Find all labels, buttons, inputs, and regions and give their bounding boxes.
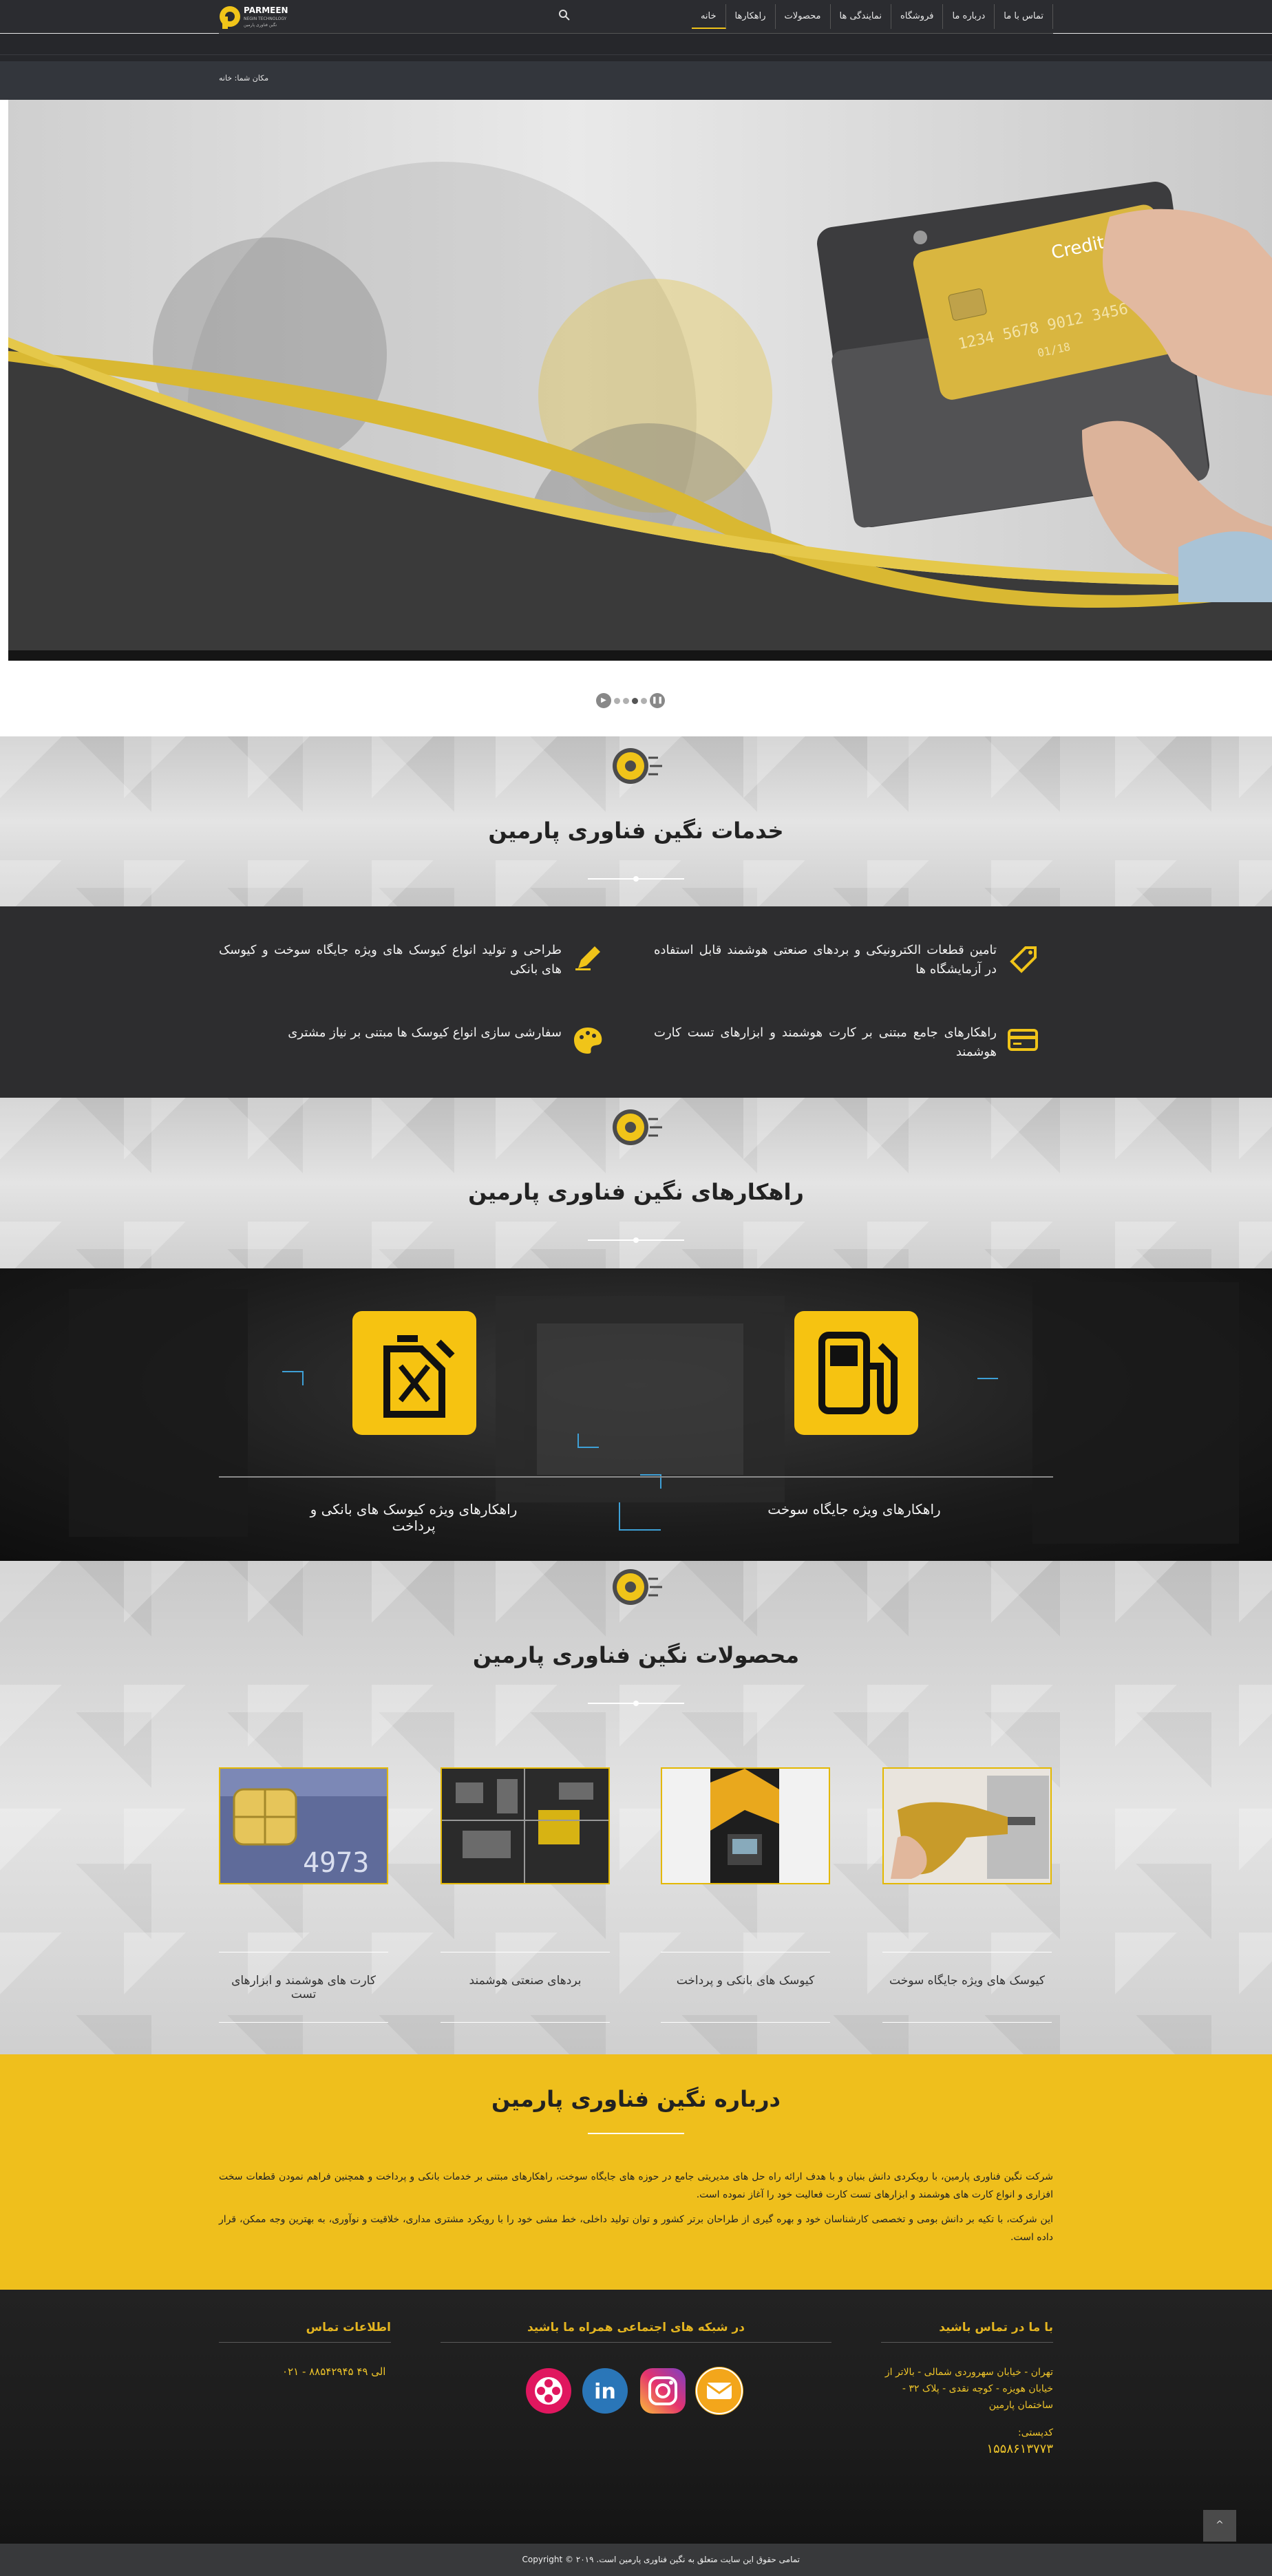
header-spacer: [0, 34, 1272, 61]
divider: [882, 2022, 1052, 2023]
about-title: درباره نگین فناوری پارمین: [491, 2086, 781, 2112]
title-divider: [588, 876, 684, 882]
solution-label[interactable]: راهکارهای ویژه جایگاه سوخت: [741, 1501, 968, 1518]
social-heading: در شبکه های اجتماعی همراه ما باشید: [527, 2321, 745, 2334]
slider-dot[interactable]: [623, 697, 629, 704]
address: تهران - خیابان سهروردی شمالی - بالاتر از…: [884, 2367, 1053, 2411]
service-item: طراحی و تولید انواع کیوسک های ویژه جایگا…: [219, 941, 604, 989]
slider-pause-icon[interactable]: ❚❚: [650, 693, 665, 708]
product-image[interactable]: [882, 1767, 1052, 1884]
divider: [881, 2342, 1053, 2343]
slide-image: Credit Ca 1234 5678 9012 3456 01/18: [8, 100, 1272, 661]
products-section: محصولات نگین فناوری پارمین 4973 کیوسک ها…: [0, 1561, 1272, 2054]
site-logo[interactable]: PARMEEN NEGIN TECHNOLOGY نگین فناوری پار…: [219, 3, 322, 30]
copyright-text: تمامی حقوق این سایت متعلق به نگین فناوری…: [522, 2555, 800, 2564]
service-item: راهکارهای جامع مبتنی بر کارت هوشمند و اب…: [654, 1023, 1039, 1072]
postal-code: ۱۵۵۸۶۱۳۷۷۳: [986, 2442, 1053, 2456]
pencil-icon: [571, 941, 604, 974]
services-header: خدمات نگین فناوری پارمین: [0, 736, 1272, 906]
solutions-title: راهکارهای نگین فناوری پارمین: [468, 1179, 804, 1205]
slider-dot[interactable]: [632, 697, 638, 704]
nav-about[interactable]: درباره ما: [943, 4, 995, 29]
product-label[interactable]: بردهای صنعتی هوشمند: [441, 1974, 610, 1988]
products-title: محصولات نگین فناوری پارمین: [472, 1642, 800, 1668]
divider: [441, 2022, 610, 2023]
service-item: سفارشی سازی انواع کیوسک ها مبتنی بر نیاز…: [219, 1023, 604, 1072]
services-title: خدمات نگین فناوری پارمین: [488, 818, 784, 844]
site-header: PARMEEN NEGIN TECHNOLOGY نگین فناوری پار…: [0, 0, 1272, 33]
nav-products[interactable]: محصولات: [776, 4, 831, 29]
svg-text:NEGIN TECHNOLOGY: NEGIN TECHNOLOGY: [244, 17, 287, 21]
tag-icon: [1006, 941, 1039, 974]
scroll-to-top-button[interactable]: ^: [1203, 2510, 1236, 2542]
nav-home[interactable]: خانه: [691, 4, 726, 29]
divider: [219, 2342, 391, 2343]
postal-label: کدپستی:: [1017, 2427, 1053, 2438]
breadcrumb-bar: مکان شما: خانه: [0, 61, 1272, 100]
svg-text:4973: 4973: [303, 1847, 369, 1879]
slider-play-icon[interactable]: ▶: [596, 693, 611, 708]
instagram-icon[interactable]: [639, 2367, 687, 2415]
palette-icon: [571, 1023, 604, 1056]
solutions-header: راهکارهای نگین فناوری پارمین: [0, 1098, 1272, 1268]
nav-solutions[interactable]: راهکارها: [726, 4, 776, 29]
about-paragraph: شرکت نگین فناوری پارمین، با رویکردی دانش…: [219, 2171, 1053, 2200]
title-divider: [588, 1237, 684, 1243]
copyright-bar: تمامی حقوق این سایت متعلق به نگین فناوری…: [0, 2544, 1272, 2576]
slider-dot[interactable]: [641, 697, 647, 704]
email-icon[interactable]: [695, 2367, 743, 2415]
parmeen-emblem-icon: [607, 744, 665, 788]
product-label[interactable]: کیوسک های بانکی و پرداخت: [661, 1974, 830, 1988]
nav-shop[interactable]: فروشگاه: [891, 4, 944, 29]
product-label[interactable]: کارت های هوشمند و ابزارهای تست: [219, 1974, 388, 2001]
product-label[interactable]: کیوسک های ویژه جایگاه سوخت: [882, 1974, 1052, 1988]
svg-text:in: in: [594, 2380, 616, 2404]
parmeen-emblem-icon: [607, 1565, 665, 1609]
slider-dot[interactable]: [614, 697, 620, 704]
site-footer: با ما در تماس باشید تهران - خیابان سهرور…: [0, 2290, 1272, 2544]
solutions-divider: [219, 1476, 1053, 1478]
services-section: تامین قطعات الکترونیکی و بردهای صنعتی هو…: [0, 906, 1272, 1098]
nav-contact[interactable]: تماس با ما: [995, 4, 1053, 29]
svg-text:PARMEEN: PARMEEN: [244, 6, 288, 15]
product-image[interactable]: [441, 1767, 610, 1884]
aparat-icon[interactable]: [524, 2367, 573, 2415]
divider: [441, 2342, 831, 2343]
title-divider: [588, 2133, 684, 2134]
info-heading: اطلاعات تماس: [306, 2321, 391, 2334]
linkedin-icon[interactable]: in: [581, 2367, 629, 2415]
contact-heading: با ما در تماس باشید: [939, 2321, 1053, 2334]
svg-text:نگین فناوری پارمین: نگین فناوری پارمین: [244, 22, 277, 28]
service-item: تامین قطعات الکترونیکی و بردهای صنعتی هو…: [654, 941, 1039, 989]
solutions-section: راهکارهای ویژه جایگاه سوخت راهکارهای ویژ…: [0, 1268, 1272, 1561]
card-icon: [1006, 1023, 1039, 1056]
solution-label[interactable]: راهکارهای ویژه کیوسک های بانکی و پرداخت: [300, 1501, 527, 1534]
parmeen-emblem-icon: [607, 1105, 665, 1149]
main-nav: خانه راهکارها محصولات نمایندگی ها فروشگا…: [691, 4, 1053, 29]
slider-controls: ▶ ❚❚: [596, 693, 665, 708]
search-icon[interactable]: [558, 8, 571, 22]
about-paragraph: این شرکت، با تکیه بر دانش بومی و تخصصی ک…: [219, 2214, 1053, 2243]
divider: [661, 2022, 830, 2023]
product-image[interactable]: [661, 1767, 830, 1884]
breadcrumb[interactable]: مکان شما: خانه: [219, 74, 268, 83]
product-image[interactable]: 4973: [219, 1767, 388, 1884]
hero-slider: Credit Ca 1234 5678 9012 3456 01/18 ▶ ❚❚: [0, 100, 1272, 736]
about-section: درباره نگین فناوری پارمین شرکت نگین فناو…: [0, 2054, 1272, 2290]
jerrycan-icon[interactable]: [352, 1311, 476, 1435]
phone-number[interactable]: ۰۲۱ - ۸۸۵۴۲۹۴۵ الی ۴۹: [282, 2365, 385, 2378]
fuel-pump-icon[interactable]: [794, 1311, 918, 1435]
nav-agencies[interactable]: نمایندگی ها: [831, 4, 891, 29]
divider: [219, 2022, 388, 2023]
title-divider: [588, 1701, 684, 1706]
